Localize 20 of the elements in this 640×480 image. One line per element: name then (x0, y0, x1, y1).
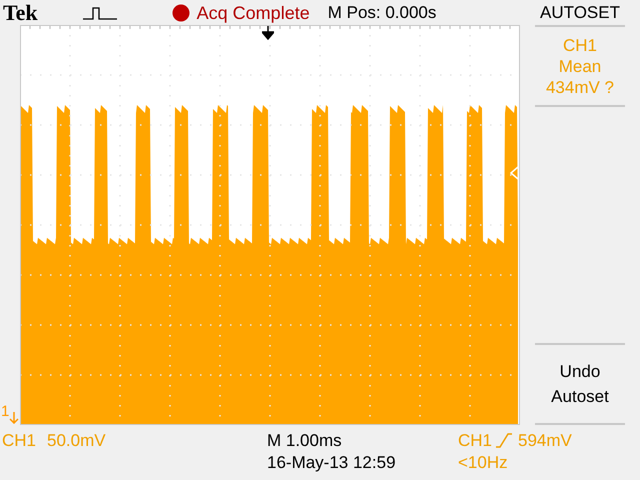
channel-marker: 1 (1, 404, 10, 419)
trigger-level: 594mV (518, 430, 572, 452)
logo: Tek (3, 2, 38, 24)
ground-arrow-icon (9, 412, 19, 424)
trigger-source: CH1 (458, 430, 492, 452)
trigger-frequency: <10Hz (458, 452, 508, 474)
acquisition-status: Acq Complete (196, 4, 310, 22)
timebase: M 1.00ms (267, 430, 342, 452)
record-dot-icon (172, 4, 190, 22)
vertical-scale: 50.0mV (47, 430, 106, 452)
horizontal-position: M Pos: 0.000s (328, 4, 436, 21)
measurement-readout: CH1 (562, 34, 597, 56)
channel-label: CH1 (2, 430, 36, 452)
undo-autoset-button[interactable]: Undo Autoset (520, 345, 640, 423)
menu-title: AUTOSET (540, 4, 620, 21)
trigger-position-icon (262, 26, 274, 40)
pulse-icon (82, 6, 117, 20)
measurement-readout: 434mV ? (546, 76, 614, 98)
date-time: 16-May-13 12:59 (267, 452, 396, 474)
measurement-readout: Mean (558, 56, 602, 76)
